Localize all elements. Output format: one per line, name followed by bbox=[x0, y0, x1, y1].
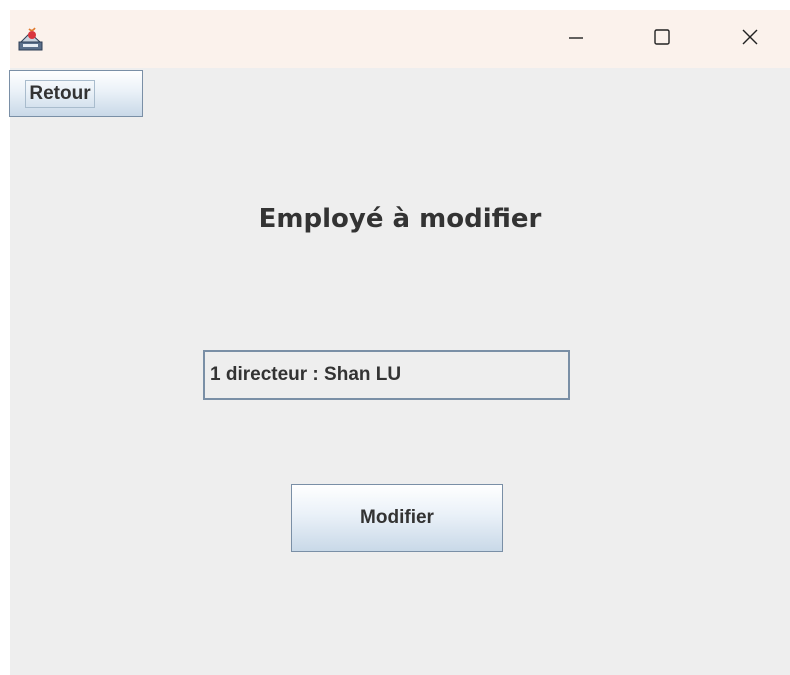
close-icon bbox=[741, 28, 759, 51]
modify-button[interactable]: Modifier bbox=[291, 484, 503, 552]
back-button-label: Retour bbox=[25, 79, 95, 108]
title-bar[interactable] bbox=[10, 10, 790, 68]
back-button[interactable]: Retour bbox=[9, 70, 143, 117]
page-title: Employé à modifier bbox=[258, 204, 542, 234]
application-window: Retour Employé à modifier 1 directeur : … bbox=[9, 10, 790, 675]
minimize-button[interactable] bbox=[548, 10, 604, 68]
employee-select[interactable]: 1 directeur : Shan LU bbox=[203, 350, 570, 400]
maximize-icon bbox=[653, 28, 671, 51]
java-app-icon bbox=[18, 26, 44, 52]
minimize-icon bbox=[567, 28, 585, 51]
content-panel: Retour Employé à modifier 1 directeur : … bbox=[9, 68, 790, 675]
close-button[interactable] bbox=[722, 10, 778, 68]
maximize-button[interactable] bbox=[634, 10, 690, 68]
